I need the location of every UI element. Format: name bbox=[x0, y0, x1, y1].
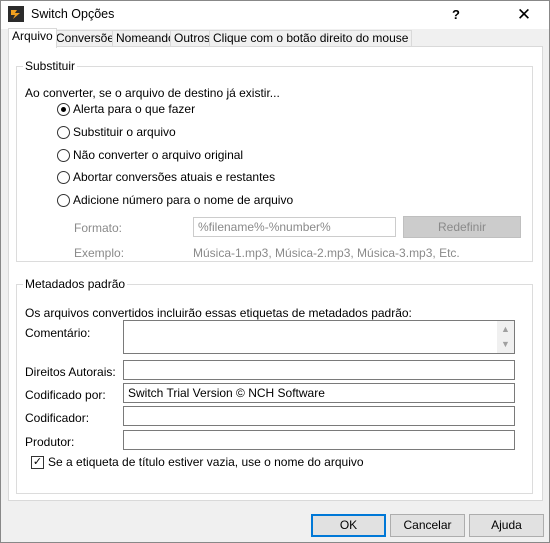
comment-textarea[interactable]: ▲ ▼ bbox=[123, 320, 515, 354]
encoder-label: Codificador: bbox=[25, 411, 90, 425]
format-input[interactable]: %filename%-%number% bbox=[193, 217, 396, 237]
window-title: Switch Opções bbox=[31, 7, 115, 21]
switch-app-icon bbox=[8, 6, 24, 22]
metadata-intro: Os arquivos convertidos incluirão essas … bbox=[25, 306, 412, 320]
close-icon[interactable]: ✕ bbox=[501, 1, 547, 29]
help-title-button[interactable]: ? bbox=[433, 1, 479, 29]
help-button[interactable]: Ajuda bbox=[469, 514, 544, 537]
radio-label[interactable]: Adicione número para o nome de arquivo bbox=[73, 193, 293, 207]
ok-button[interactable]: OK bbox=[311, 514, 386, 537]
tab-outros[interactable]: Outros bbox=[170, 30, 215, 47]
radio-alert[interactable]: Alerta para o que fazer bbox=[57, 101, 195, 117]
producer-label: Produtor: bbox=[25, 435, 75, 449]
metadados-group: Metadados padrão Os arquivos convertidos… bbox=[16, 277, 533, 494]
copyright-label: Direitos Autorais: bbox=[25, 365, 116, 379]
radio-label[interactable]: Substituir o arquivo bbox=[73, 125, 176, 139]
checkbox-label[interactable]: Se a etiqueta de título estiver vazia, u… bbox=[48, 455, 364, 469]
radio-label[interactable]: Abortar conversões atuais e restantes bbox=[73, 170, 275, 184]
comment-label: Comentário: bbox=[25, 326, 91, 340]
encoded-by-label: Codificado por: bbox=[25, 388, 106, 402]
use-filename-checkbox[interactable]: ✓ Se a etiqueta de título estiver vazia,… bbox=[31, 455, 364, 469]
tab-nomeando[interactable]: Nomeando bbox=[112, 30, 179, 47]
substituir-group: Substituir Ao converter, se o arquivo de… bbox=[16, 59, 533, 262]
format-label: Formato: bbox=[74, 221, 123, 235]
radio-label[interactable]: Não converter o arquivo original bbox=[73, 148, 243, 162]
copyright-input[interactable] bbox=[123, 360, 515, 380]
radio-add-number[interactable]: Adicione número para o nome de arquivo bbox=[57, 192, 293, 208]
radio-button-icon[interactable] bbox=[57, 125, 70, 139]
metadados-legend: Metadados padrão bbox=[23, 277, 128, 291]
radio-button-icon[interactable] bbox=[57, 102, 70, 116]
radio-label[interactable]: Alerta para o que fazer bbox=[73, 102, 195, 116]
scroll-down-icon[interactable]: ▼ bbox=[497, 336, 514, 353]
radio-abort[interactable]: Abortar conversões atuais e restantes bbox=[57, 169, 275, 185]
encoder-input[interactable] bbox=[123, 406, 515, 426]
overwrite-prompt: Ao converter, se o arquivo de destino já… bbox=[25, 86, 280, 100]
cancel-button[interactable]: Cancelar bbox=[390, 514, 465, 537]
tab-clique-direito[interactable]: Clique com o botão direito do mouse bbox=[209, 30, 413, 47]
radio-button-icon[interactable] bbox=[57, 148, 70, 162]
comment-scrollbar[interactable]: ▲ ▼ bbox=[497, 321, 514, 353]
example-value: Música-1.mp3, Música-2.mp3, Música-3.mp3… bbox=[193, 246, 460, 260]
encoded-by-input[interactable]: Switch Trial Version © NCH Software bbox=[123, 383, 515, 403]
options-dialog: Switch Opções ? ✕ Arquivo Conversões Nom… bbox=[0, 0, 550, 543]
substituir-legend: Substituir bbox=[23, 59, 78, 73]
radio-replace[interactable]: Substituir o arquivo bbox=[57, 124, 176, 140]
radio-skip[interactable]: Não converter o arquivo original bbox=[57, 147, 243, 163]
checkmark-icon[interactable]: ✓ bbox=[31, 455, 44, 469]
producer-input[interactable] bbox=[123, 430, 515, 450]
tab-arquivo[interactable]: Arquivo bbox=[8, 28, 57, 48]
example-label: Exemplo: bbox=[74, 246, 125, 260]
radio-button-icon[interactable] bbox=[57, 193, 70, 207]
reset-button[interactable]: Redefinir bbox=[403, 216, 521, 238]
title-bar[interactable]: Switch Opções ? ✕ bbox=[1, 1, 549, 29]
radio-button-icon[interactable] bbox=[57, 170, 70, 184]
tab-panel-arquivo: Substituir Ao converter, se o arquivo de… bbox=[8, 46, 543, 501]
